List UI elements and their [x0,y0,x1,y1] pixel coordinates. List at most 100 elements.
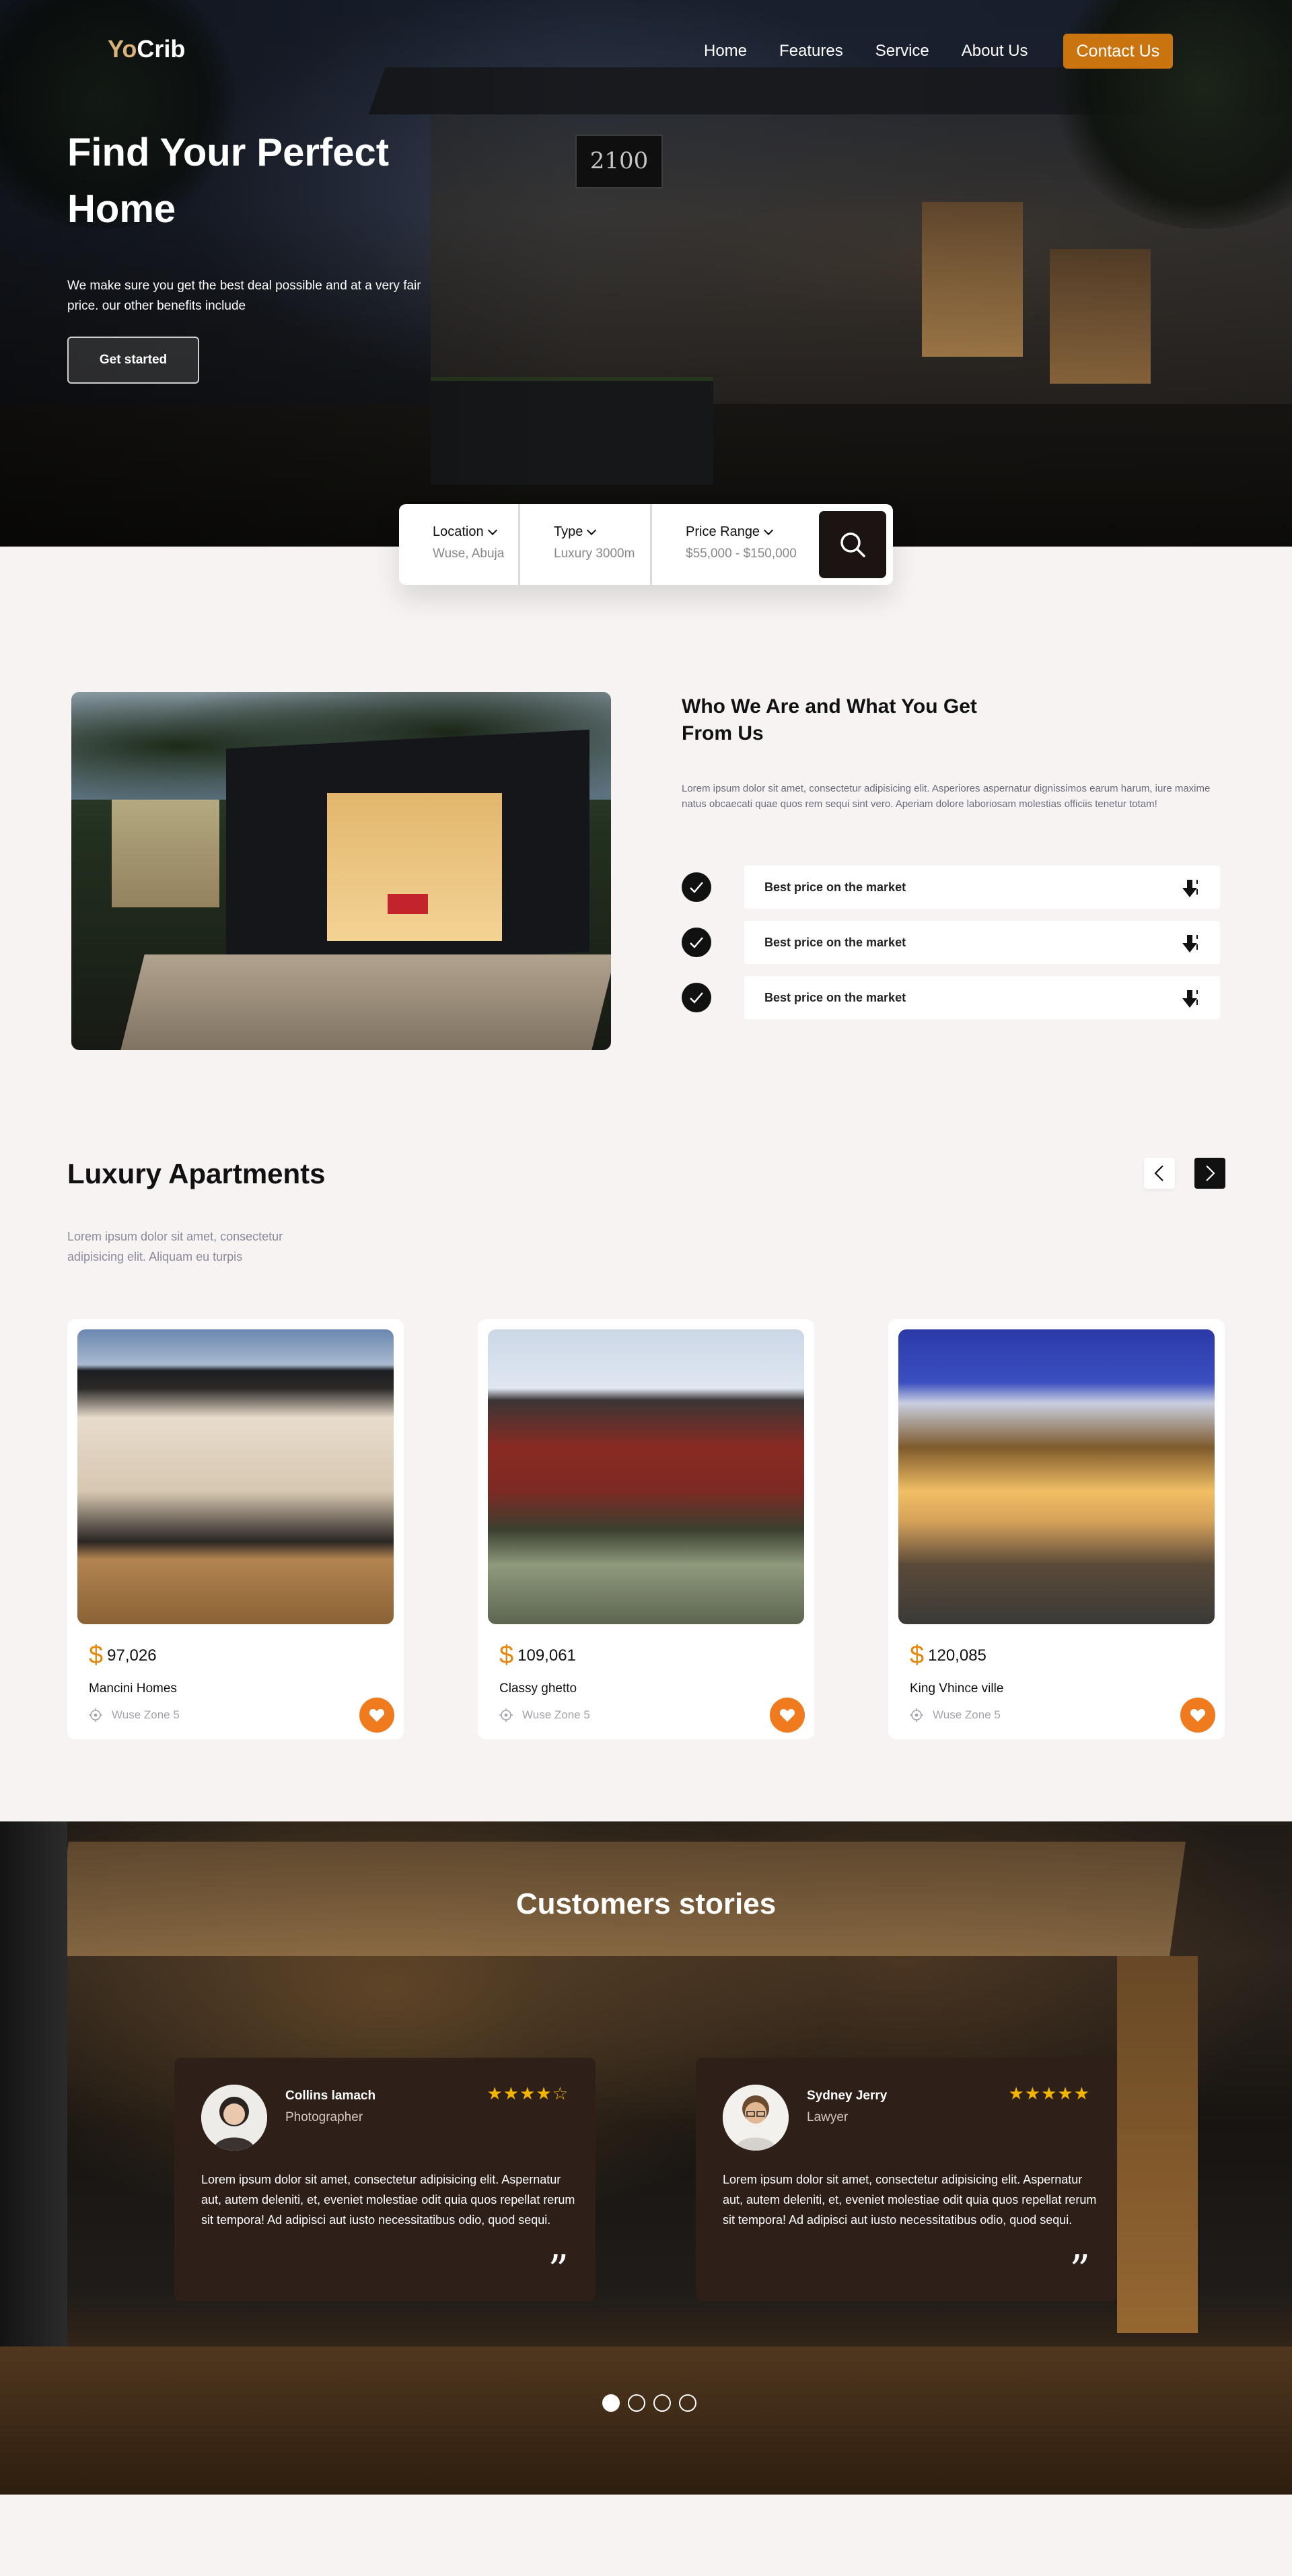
reviewer-name: Sydney Jerry [807,2089,888,2103]
location-text: Wuse Zone 5 [522,1708,590,1721]
location-target-icon [499,1708,513,1722]
feature-label: Best price on the market [764,935,906,949]
apartment-location: Wuse Zone 5 [89,1708,180,1722]
price-range-label: Price Range [686,524,760,539]
apartment-name: Mancini Homes [89,1681,177,1696]
location-value: Wuse, Abuja [433,547,505,561]
carousel-prev-button[interactable] [1144,1158,1175,1189]
favorite-button[interactable] [359,1698,394,1733]
download-arrow-icon [1182,935,1198,952]
apartment-card[interactable]: $120,085 King Vhince ville Wuse Zone 5 [888,1319,1225,1739]
heart-icon [369,1709,385,1722]
search-icon [840,532,865,557]
location-label: Location [433,524,484,539]
avatar [201,2085,267,2151]
favorite-button[interactable] [770,1698,805,1733]
feature-label: Best price on the market [764,990,906,1004]
image-side-window [112,800,219,907]
dollar-icon: $ [910,1641,925,1669]
chevron-right-icon [1206,1165,1215,1181]
checkmark-icon [682,983,711,1012]
feature-row: Best price on the market [682,921,1220,964]
stories-title: Customers stories [515,1887,777,1920]
apartment-card[interactable]: $97,026 Mancini Homes Wuse Zone 5 [67,1319,404,1739]
image-chair [388,894,428,914]
apartment-location: Wuse Zone 5 [910,1708,1001,1722]
checkmark-icon [682,872,711,902]
hero-subtitle: We make sure you get the best deal possi… [67,279,421,313]
price-value: 120,085 [928,1646,986,1665]
carousel-dot[interactable] [679,2394,696,2412]
logo-prefix: Yo [108,35,137,63]
nav-home[interactable]: Home [704,35,747,67]
image-glass-front [327,793,502,941]
favorite-button[interactable] [1180,1698,1215,1733]
carousel-dot[interactable] [628,2394,645,2412]
apartment-photo [488,1329,804,1624]
quote-icon: ” [548,2247,569,2294]
price-value: 97,026 [107,1646,157,1665]
chevron-down-icon [587,525,597,535]
quote-icon: ” [1069,2247,1090,2294]
carousel-next-button[interactable] [1194,1158,1225,1189]
feature-card[interactable]: Best price on the market [744,976,1220,1019]
apartment-photo [77,1329,394,1624]
hero-overlay [0,0,1292,547]
feature-card[interactable]: Best price on the market [744,866,1220,909]
star-rating: ★★★★★ [1008,2083,1090,2103]
apartment-name: King Vhince ville [910,1681,1004,1696]
dollar-icon: $ [89,1641,104,1669]
about-house-image [71,692,611,1050]
dollar-icon: $ [499,1641,514,1669]
price-value: 109,061 [517,1646,576,1665]
about-text: Lorem ipsum dolor sit amet, consectetur … [682,783,1211,810]
review-card: Collins lamach Photographer ★★★★☆ Lorem … [174,2058,596,2301]
location-target-icon [910,1708,923,1722]
heart-icon [1190,1709,1206,1722]
price-range-dropdown[interactable]: Price Range $55,000 - $150,000 [652,504,819,585]
logo[interactable]: YoCrib [108,35,185,63]
apartment-name: Classy ghetto [499,1681,577,1696]
feature-row: Best price on the market [682,866,1220,909]
search-button[interactable] [819,511,886,578]
image-deck [119,954,611,1050]
avatar [723,2085,789,2151]
review-card: Sydney Jerry Lawyer ★★★★★ Lorem ipsum do… [696,2058,1117,2301]
get-started-button[interactable]: Get started [67,337,199,384]
reviewer-role: Lawyer [807,2110,849,2124]
price-range-value: $55,000 - $150,000 [686,547,797,561]
download-arrow-icon [1182,990,1198,1008]
property-search-bar: Location Wuse, Abuja Type Luxury 3000m P… [399,504,893,585]
luxury-subtitle: Lorem ipsum dolor sit amet, consectetur … [67,1230,283,1263]
download-arrow-icon [1182,880,1198,897]
carousel-dots [602,2394,696,2412]
feature-card[interactable]: Best price on the market [744,921,1220,964]
nav-features[interactable]: Features [779,35,843,67]
hero-title: Find Your Perfect Home [67,131,390,231]
review-text: Lorem ipsum dolor sit amet, consectetur … [201,2173,575,2227]
logo-suffix: Crib [137,35,186,63]
luxury-title: Luxury Apartments [67,1158,326,1189]
apartment-price: $109,061 [499,1641,576,1670]
type-label: Type [554,524,583,539]
nav-about-us[interactable]: About Us [962,35,1028,67]
location-text: Wuse Zone 5 [933,1708,1001,1721]
chevron-left-icon [1154,1165,1163,1181]
feature-row: Best price on the market [682,976,1220,1019]
main-nav: Home Features Service About Us Contact U… [704,34,1205,69]
carousel-dot[interactable] [602,2394,620,2412]
location-dropdown[interactable]: Location Wuse, Abuja [399,504,520,585]
chevron-down-icon [487,525,497,535]
chevron-down-icon [763,525,774,535]
apartment-card[interactable]: $109,061 Classy ghetto Wuse Zone 5 [478,1319,814,1739]
contact-us-button[interactable]: Contact Us [1063,34,1174,69]
nav-service[interactable]: Service [875,35,929,67]
apartment-photo [898,1329,1215,1624]
feature-label: Best price on the market [764,880,906,894]
type-dropdown[interactable]: Type Luxury 3000m [520,504,652,585]
about-title: Who We Are and What You Get From Us [682,695,977,744]
carousel-dot[interactable] [653,2394,671,2412]
review-text: Lorem ipsum dolor sit amet, consectetur … [723,2173,1097,2227]
checkmark-icon [682,928,711,957]
heart-icon [779,1709,795,1722]
